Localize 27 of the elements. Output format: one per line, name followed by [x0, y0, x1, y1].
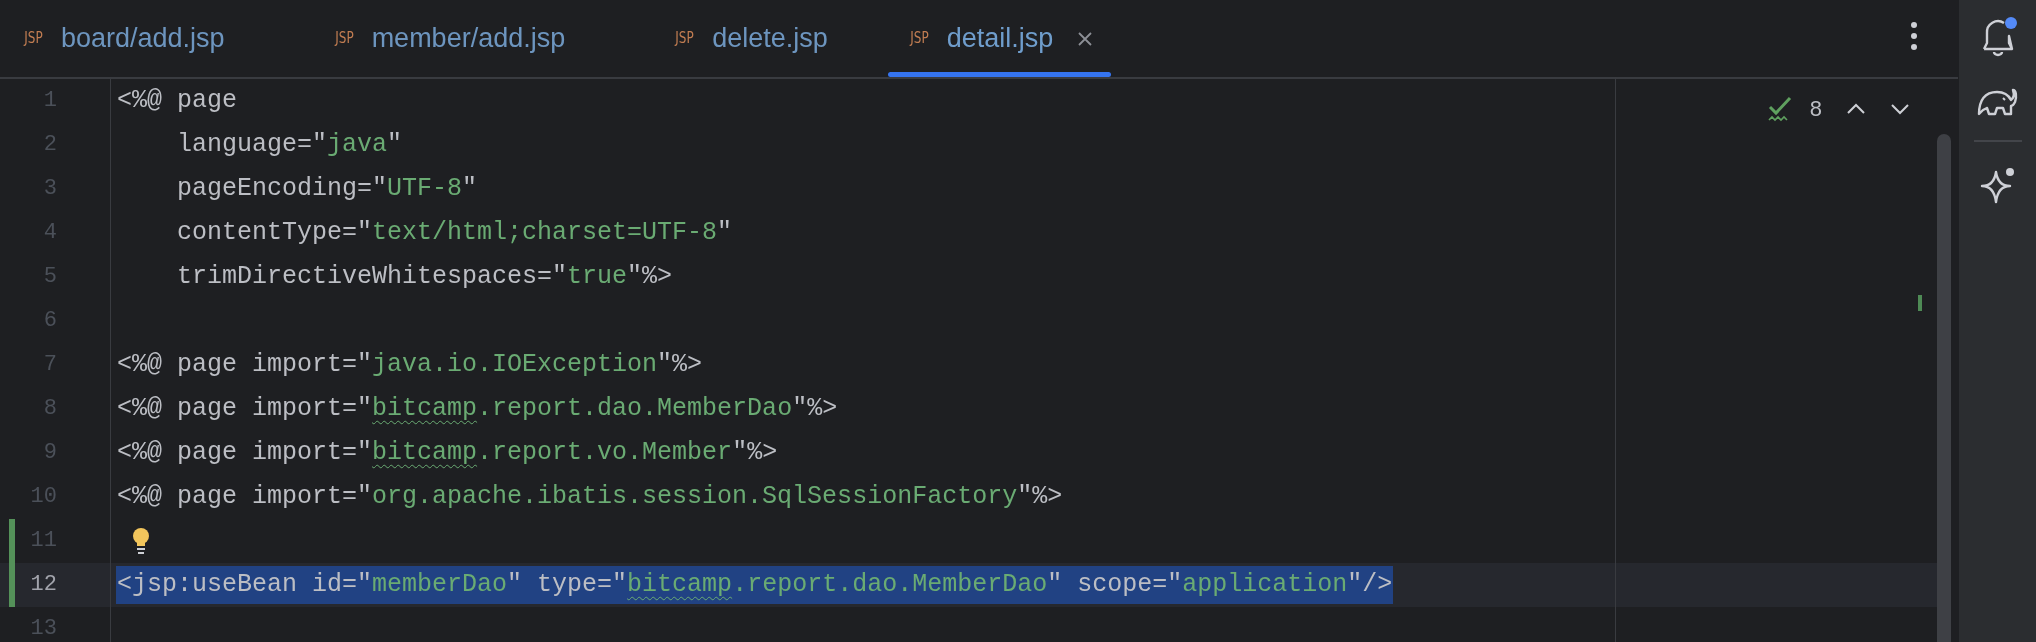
code-line: <%@ page	[116, 85, 239, 117]
file-tab[interactable]: JSP member/add.jsp	[312, 0, 654, 77]
code-line: trimDirectiveWhitespaces="true"%>	[176, 261, 674, 293]
more-options-icon[interactable]	[1910, 22, 1918, 50]
close-icon[interactable]	[1077, 30, 1094, 47]
code-line: contentType="text/html;charset=UTF-8"	[176, 217, 734, 249]
problem-count: 8	[1809, 95, 1822, 123]
chevron-up-icon[interactable]	[1846, 102, 1866, 115]
lightbulb-icon[interactable]	[131, 527, 151, 555]
file-tab[interactable]: JSP delete.jsp	[653, 0, 888, 77]
check-icon[interactable]	[1767, 95, 1794, 122]
file-type-icon: JSP	[334, 27, 354, 50]
code-line: <%@ page import="org.apache.ibatis.session.SqlSessionFactory"%>	[116, 481, 1064, 513]
file-type-icon: JSP	[675, 27, 694, 50]
code-line: pageEncoding="UTF-8"	[176, 173, 479, 205]
scrollbar[interactable]	[1937, 134, 1951, 642]
code-line: <%@ page import="java.io.IOException"%>	[116, 349, 704, 381]
chevron-down-icon[interactable]	[1890, 102, 1910, 115]
file-type-icon: JSP	[910, 27, 929, 50]
file-type-icon: JSP	[24, 27, 43, 50]
code-line: <%@ page import="bitcamp.report.dao.MemberDao"%>	[116, 393, 839, 425]
file-tab[interactable]: JSP board/add.jsp	[0, 0, 313, 77]
code-line: language="java"	[176, 129, 404, 161]
file-tab[interactable]: JSP detail.jsp	[887, 0, 1112, 77]
line-number: 12	[30, 571, 57, 599]
code-line: <%@ page import="bitcamp.report.vo.Member"%>	[116, 437, 779, 469]
change-marker	[1918, 295, 1922, 311]
